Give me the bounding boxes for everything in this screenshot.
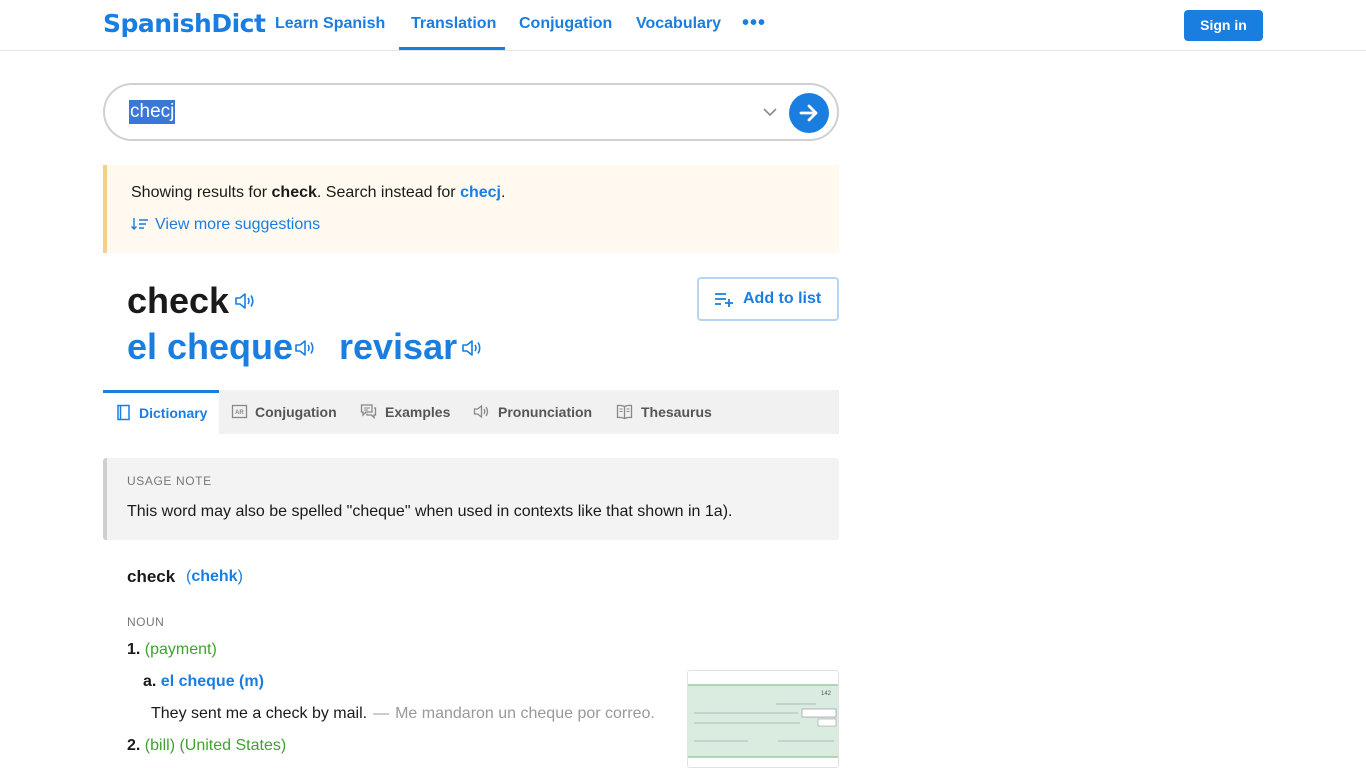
sense-row: 1. (payment)	[127, 641, 217, 659]
speaker-icon	[473, 404, 489, 419]
example-sentence: They sent me a check by mail. — Me mandaro…	[151, 705, 655, 723]
subsense-translation-link[interactable]: el cheque (m)	[161, 673, 264, 690]
open-book-icon	[616, 404, 633, 420]
nav-translation[interactable]: Translation	[411, 15, 496, 33]
tab-label: Conjugation	[255, 404, 337, 420]
tab-dictionary[interactable]: Dictionary	[103, 390, 219, 434]
sense-row: 2. (bill) (United States)	[127, 737, 286, 755]
suggestion-suffix: .	[501, 184, 506, 201]
suggestion-text: Showing results for check. Search instea…	[131, 184, 505, 202]
add-list-icon	[715, 293, 733, 307]
translation-link[interactable]: revisar	[339, 326, 457, 368]
tab-label: Examples	[385, 404, 451, 420]
nav-vocabulary[interactable]: Vocabulary	[636, 15, 721, 33]
sense-number: 2.	[127, 737, 141, 754]
search-submit-button[interactable]	[789, 93, 829, 133]
example-dash: —	[373, 705, 390, 722]
usage-note-text: This word may also be spelled "cheque" w…	[127, 503, 733, 520]
tab-pronunciation[interactable]: Pronunciation	[459, 390, 599, 434]
tab-examples[interactable]: Examples	[345, 390, 459, 434]
tab-conjugation[interactable]: AR Conjugation	[219, 390, 345, 434]
headword: check	[127, 280, 230, 321]
translation-link[interactable]: el cheque	[127, 326, 293, 368]
view-more-suggestions-link[interactable]: View more suggestions	[131, 216, 320, 234]
speaker-icon[interactable]	[234, 291, 256, 311]
search-instead-link[interactable]: checj	[460, 184, 501, 201]
arrow-right-icon	[799, 104, 818, 122]
usage-note-heading: USAGE NOTE	[127, 474, 212, 488]
sign-in-button[interactable]: Sign in	[1184, 10, 1263, 41]
more-menu-icon[interactable]: •••	[742, 12, 766, 35]
usage-note: USAGE NOTE This word may also be spelled…	[103, 458, 839, 540]
sort-list-icon	[131, 218, 148, 230]
entry-tabs: Dictionary AR Conjugation Examples Pronu…	[103, 390, 839, 434]
suggestion-prefix: Showing results for	[131, 184, 272, 201]
search-box[interactable]: checj	[103, 83, 839, 141]
chevron-down-icon[interactable]	[761, 103, 779, 121]
sense-number: 1.	[127, 641, 141, 658]
part-of-speech: NOUN	[127, 615, 165, 629]
example-spanish: Me mandaron un cheque por correo.	[395, 705, 655, 722]
view-more-suggestions-label: View more suggestions	[155, 216, 321, 233]
tab-label: Pronunciation	[498, 404, 593, 420]
suggestion-result-word: check	[271, 184, 317, 201]
nav-active-indicator	[399, 47, 505, 50]
entry-headword: check	[127, 567, 176, 586]
svg-text:AR: AR	[235, 410, 244, 416]
speaker-icon[interactable]	[461, 338, 483, 358]
add-to-list-label: Add to list	[743, 290, 822, 307]
did-you-mean-box: Showing results for check. Search instea…	[103, 165, 839, 253]
subsense-letter: a.	[143, 673, 157, 690]
search-input[interactable]: checj	[129, 100, 176, 124]
logo[interactable]: SpanishDict	[103, 9, 266, 38]
pron-paren: )	[237, 568, 243, 585]
sense-context: (bill) (United States)	[144, 737, 287, 754]
add-to-list-button[interactable]: Add to list	[697, 277, 839, 321]
check-image: 142	[688, 684, 838, 758]
top-nav: SpanishDict Learn Spanish Translation Co…	[0, 0, 1366, 51]
pron-text: chehk	[191, 568, 238, 585]
nav-conjugation[interactable]: Conjugation	[519, 15, 612, 33]
speaker-icon[interactable]	[294, 338, 316, 358]
speech-bubbles-icon	[360, 404, 377, 420]
nav-learn-spanish[interactable]: Learn Spanish	[275, 15, 385, 33]
check-illustration[interactable]: 142	[687, 670, 839, 768]
book-icon	[117, 404, 130, 421]
sense-context: (payment)	[144, 641, 217, 658]
tab-label: Thesaurus	[641, 404, 712, 420]
tab-label: Dictionary	[139, 405, 208, 421]
entry-pronunciation[interactable]: (chehk)	[186, 568, 243, 586]
example-english: They sent me a check by mail.	[151, 705, 368, 722]
tab-thesaurus[interactable]: Thesaurus	[599, 390, 723, 434]
check-number: 142	[821, 691, 832, 697]
subsense-row: a. el cheque (m)	[143, 673, 264, 691]
suggestion-middle: . Search instead for	[316, 184, 461, 201]
conjugation-icon: AR	[231, 404, 248, 419]
